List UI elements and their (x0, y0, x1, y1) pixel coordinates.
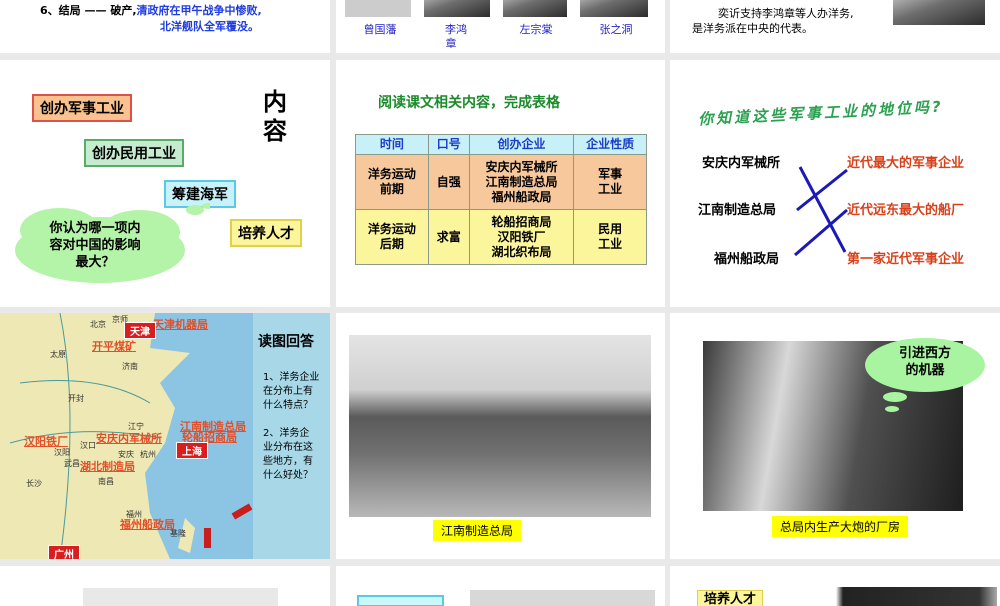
table-header: 创办企业 (468, 134, 575, 155)
cloud-line: 容对中国的影响 (49, 238, 141, 253)
slide-thumbnail-5[interactable]: 阅读课文相关内容，完成表格 时间 口号 创办企业 企业性质 洋务运动 前期 自强 安庆内… (336, 60, 665, 307)
cloud-line: 你认为哪一项内 (49, 221, 141, 236)
place-name: 汉口 (80, 441, 96, 450)
label-box (357, 595, 444, 606)
table-cell: 民用 工业 (573, 209, 647, 265)
table-cell: 洋务运动 前期 (355, 154, 429, 210)
portrait-image (345, 0, 411, 17)
slide-thumbnail-12[interactable]: 培养人才 (670, 566, 1000, 606)
cloud-text: 引进西方 的机器 (898, 346, 951, 378)
slide-thumbnail-10[interactable] (0, 566, 330, 606)
portrait-name: 李鸿 (445, 23, 467, 36)
question-1: 1、洋务企业 在分布上有 什么特点？ (263, 372, 320, 411)
panel-heading: 读图回答 (258, 334, 314, 350)
summary-table: 时间 口号 创办企业 企业性质 洋务运动 前期 自强 安庆内军械所 江南制造总局 福州船政局… (355, 134, 647, 265)
place-name: 济南 (122, 362, 138, 371)
slide-title: 内容 (263, 88, 287, 145)
slide-thumbnail-6[interactable]: 你知道这些军事工业的地位吗? 安庆内军械所 江南制造总局 福州船政局 近代最大的… (670, 60, 1000, 307)
cloud-question: 你认为哪一项内 容对中国的影响 最大？ (40, 220, 150, 271)
talent-box: 培养人才 (697, 590, 764, 606)
outcome-text-2: 北洋舰队全军覆没。 (160, 20, 259, 33)
place-name: 武昌 (64, 459, 80, 468)
table-row: 洋务运动 后期 求富 轮船招商局 汉阳铁厂 湖北织布局 民用 工业 (355, 209, 647, 265)
talent-box: 培养人才 (230, 219, 302, 247)
matching-lines (794, 166, 848, 257)
place-name: 江宁 (128, 422, 144, 431)
portrait-image (580, 0, 648, 17)
cloud-line: 最大？ (75, 255, 115, 270)
slide-thumbnail-9[interactable]: 引进西方 的机器 总局内生产大炮的厂房 (670, 313, 1000, 559)
slide-thumbnail-11[interactable] (336, 566, 665, 606)
map-label: 湖北制造局 (80, 460, 135, 473)
ship-marker (204, 528, 211, 548)
place-name: 基隆 (170, 529, 186, 538)
place-name: 南昌 (98, 477, 114, 486)
portrait-name: 曾国藩 (363, 23, 397, 36)
place-name: 长沙 (26, 479, 42, 488)
portrait-image (893, 0, 985, 25)
place-name: 开封 (68, 394, 84, 403)
place-name: 太原 (50, 350, 66, 359)
outcome-text-1: 清政府在甲午战争中惨败, (136, 4, 262, 17)
table-cell: 安庆内军械所 江南制造总局 福州船政局 (468, 154, 575, 210)
place-name: 京师 (112, 315, 128, 324)
question-panel: 读图回答 1、洋务企业 在分布上有 什么特点？ 2、洋务企 业分布在这 些地方，有 什么好… (253, 313, 330, 559)
historic-photo (822, 587, 997, 606)
portrait-name: 左宗棠 (519, 23, 553, 36)
table-cell: 求富 (427, 209, 470, 265)
table-cell: 洋务运动 后期 (355, 209, 429, 265)
place-name: 安庆 (118, 450, 134, 459)
military-industry-box: 创办军事工业 (32, 94, 132, 122)
table-header: 企业性质 (573, 134, 647, 155)
place-name: 福州 (126, 510, 142, 519)
table-cell: 军事 工业 (573, 154, 647, 210)
table-header: 时间 (355, 134, 429, 155)
photo-caption: 总局内生产大炮的厂房 (772, 516, 909, 537)
city-marker: 天津 (124, 322, 156, 339)
slide-text: 是洋务派在中央的代表。 (692, 22, 813, 35)
slide-thumbnail-4[interactable]: 创办军事工业 创办民用工业 筹建海军 培养人才 内容 你认为哪一项内 容对中国的影… (0, 60, 330, 307)
place-name: 北京 (90, 320, 106, 329)
portrait-image (424, 0, 490, 17)
portrait-name: 张之洞 (599, 23, 633, 36)
slide-thumbnail-1[interactable]: 6、结局 —— 破产,清政府在甲午战争中惨败, 北洋舰队全军覆没。 (0, 0, 330, 53)
slide-thumbnail-8[interactable]: 江南制造总局 (336, 313, 665, 559)
slide-thumbnail-2[interactable]: 曾国藩 李鸿 章 左宗棠 张之洞 (336, 0, 665, 53)
city-marker: 广州 (48, 545, 80, 559)
photo-caption: 江南制造总局 (433, 520, 522, 541)
slide-text: 奕䜣支持李鸿章等人办洋务, (718, 7, 854, 20)
slide-text: 6、结局 —— 破产,清政府在甲午战争中惨败, 北洋舰队全军覆没。 (40, 2, 330, 34)
slide-thumbnail-7[interactable]: 天津机器局 开平煤矿 汉阳铁厂 安庆内军械所 江南制造总局 轮船招商局 湖北制造… (0, 313, 330, 559)
map-label: 开平煤矿 (92, 340, 136, 353)
arsenal-photo (349, 335, 651, 517)
city-marker: 上海 (176, 442, 208, 459)
outcome-label: 6、结局 —— 破产, (40, 4, 137, 17)
civil-industry-box: 创办民用工业 (84, 139, 184, 167)
place-name: 汉阳 (54, 448, 70, 457)
question-2: 2、洋务企 业分布在这 些地方，有 什么好处？ (263, 428, 313, 481)
table-cell: 轮船招商局 汉阳铁厂 湖北织布局 (468, 209, 575, 265)
slide-thumbnail-3[interactable]: 奕䜣支持李鸿章等人办洋务, 是洋务派在中央的代表。 (670, 0, 1000, 53)
portrait-name: 章 (445, 37, 457, 50)
document-image (83, 588, 278, 606)
historic-photo (470, 590, 655, 606)
table-header: 口号 (427, 134, 470, 155)
place-name: 杭州 (140, 450, 156, 459)
table-row: 洋务运动 前期 自强 安庆内军械所 江南制造总局 福州船政局 军事 工业 (355, 154, 647, 210)
portrait-image (503, 0, 567, 17)
table-cell: 自强 (427, 154, 470, 210)
map-label: 天津机器局 (153, 318, 208, 331)
slide-title: 阅读课文相关内容，完成表格 (378, 95, 560, 111)
map-label: 安庆内军械所 (96, 432, 162, 445)
